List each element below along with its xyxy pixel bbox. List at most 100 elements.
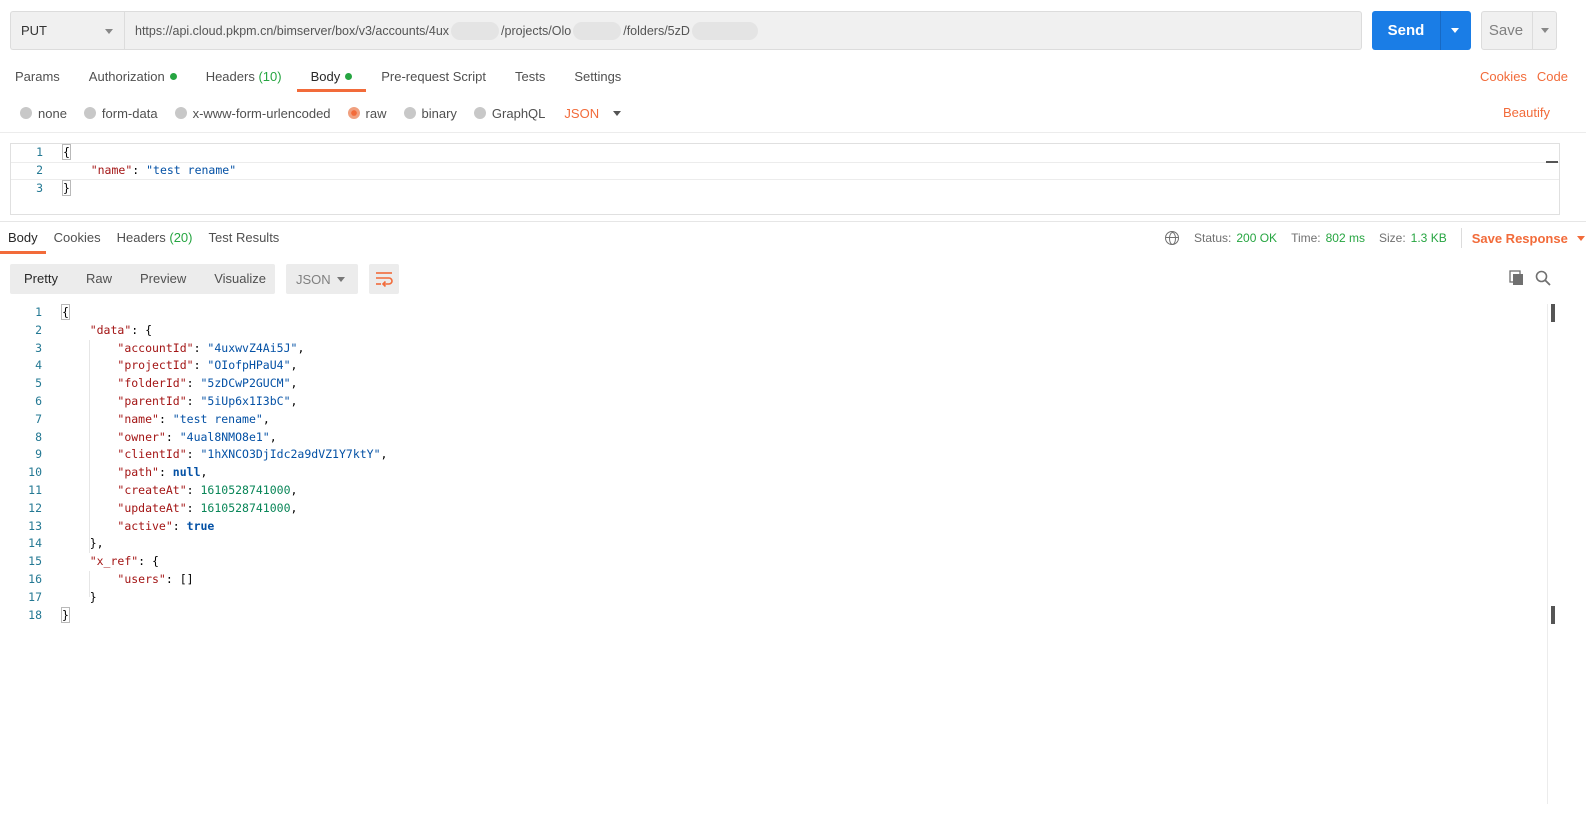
line-number: 18 xyxy=(28,607,42,622)
json-key: "folderId" xyxy=(117,376,187,391)
radio-label: raw xyxy=(365,105,387,121)
tab-authorization[interactable]: Authorization xyxy=(89,66,177,92)
radio-circle-selected xyxy=(347,107,360,119)
line-number: 10 xyxy=(28,465,42,480)
line-number: 14 xyxy=(28,536,42,551)
comma: , xyxy=(290,376,298,391)
request-links: Cookies Code xyxy=(1480,66,1568,88)
status-dot-icon xyxy=(169,73,177,80)
tab-response-headers[interactable]: Headers (20) xyxy=(117,229,193,254)
cookies-link[interactable]: Cookies xyxy=(1480,66,1527,88)
brace: } xyxy=(89,589,97,604)
radio-label: x-www-form-urlencoded xyxy=(192,105,331,121)
divider xyxy=(1460,228,1462,248)
code-line: 6 "parentId": "5iUp6x1I3bC", xyxy=(10,393,1560,411)
request-body-editor[interactable]: 1{ 2 "name": "test rename" 3} xyxy=(10,143,1560,215)
code-line: 1{ xyxy=(11,144,1559,162)
view-raw[interactable]: Raw xyxy=(72,264,126,294)
code-line: 13 "active": true xyxy=(10,518,1560,536)
radio-form-data[interactable]: form-data xyxy=(83,106,158,121)
code-text: "updateAt": 1610528741000, xyxy=(117,500,298,515)
send-dropdown-icon[interactable] xyxy=(1451,28,1459,33)
code-text: } xyxy=(62,179,71,198)
radio-raw[interactable]: raw xyxy=(347,105,387,121)
tab-count: (20) xyxy=(169,230,193,245)
send-button[interactable]: Send xyxy=(1372,11,1471,50)
tab-response-body[interactable]: Body xyxy=(0,229,46,254)
code-text: "accountId": "4uxwvZ4Ai5J", xyxy=(117,340,305,355)
code-link[interactable]: Code xyxy=(1537,66,1568,88)
tab-response-cookies[interactable]: Cookies xyxy=(54,229,101,254)
radio-binary[interactable]: binary xyxy=(403,105,457,121)
time-value[interactable]: 802 ms xyxy=(1326,231,1365,245)
code-line: 14 }, xyxy=(10,535,1560,553)
request-url-row: PUT https://api.cloud.pkpm.cn/bimserver/… xyxy=(10,11,1576,50)
status-value[interactable]: 200 OK xyxy=(1236,231,1277,245)
radio-circle xyxy=(20,107,32,119)
save-dropdown-icon[interactable] xyxy=(1541,28,1549,33)
radio-label: binary xyxy=(421,105,457,121)
json-key: "active" xyxy=(117,518,173,533)
view-visualize[interactable]: Visualize xyxy=(200,264,280,294)
code-text: "users": [] xyxy=(117,571,194,586)
scrollbar-thumb[interactable] xyxy=(1546,161,1558,163)
scrollbar-thumb[interactable] xyxy=(1551,304,1555,322)
radio-x-www-form-urlencoded[interactable]: x-www-form-urlencoded xyxy=(174,105,331,121)
tab-label: Headers xyxy=(116,230,166,245)
json-key: "x_ref" xyxy=(89,554,139,569)
wrap-lines-button[interactable] xyxy=(369,264,399,294)
method-select[interactable]: PUT xyxy=(10,11,124,50)
radio-none[interactable]: none xyxy=(20,106,67,121)
json-value: [] xyxy=(179,571,194,586)
status-label: Status: xyxy=(1194,231,1232,245)
brace: } xyxy=(62,179,71,196)
beautify-link[interactable]: Beautify xyxy=(1503,103,1550,123)
save-label: Save xyxy=(1488,22,1524,39)
radio-graphql[interactable]: GraphQL xyxy=(473,106,545,121)
code-line: 17 } xyxy=(10,589,1560,607)
copy-icon[interactable] xyxy=(1509,270,1525,286)
code-text: } xyxy=(61,606,70,625)
tab-settings[interactable]: Settings xyxy=(574,66,621,92)
globe-icon[interactable] xyxy=(1165,231,1179,245)
code-line: 10 "path": null, xyxy=(10,464,1560,482)
json-value: "test rename" xyxy=(146,162,237,177)
json-value: "test rename" xyxy=(172,411,263,426)
line-number: 2 xyxy=(36,162,43,177)
line-number: 4 xyxy=(35,358,42,373)
tab-test-results[interactable]: Test Results xyxy=(209,229,280,254)
url-part-3: /folders/5zD xyxy=(623,23,690,38)
tab-body[interactable]: Body xyxy=(296,66,366,92)
tab-params[interactable]: Params xyxy=(15,66,60,92)
code-text: "projectId": "OIofpHPaU4", xyxy=(117,358,298,373)
tab-headers[interactable]: Headers (10) xyxy=(206,66,282,92)
code-line: 2 "data": { xyxy=(10,322,1560,340)
tab-tests[interactable]: Tests xyxy=(515,66,545,92)
redacted-blur xyxy=(691,21,758,40)
code-line: 7 "name": "test rename", xyxy=(10,411,1560,429)
search-icon[interactable] xyxy=(1535,270,1551,286)
line-number: 15 xyxy=(28,554,42,569)
response-body-viewer[interactable]: 1{ 2 "data": { 3 "accountId": "4uxwvZ4Ai… xyxy=(10,304,1560,804)
json-value: 1610528741000 xyxy=(200,482,291,497)
size-value[interactable]: 1.3 KB xyxy=(1411,231,1447,245)
json-key: "name" xyxy=(90,162,133,177)
view-preview[interactable]: Preview xyxy=(126,264,200,294)
save-button[interactable]: Save xyxy=(1481,11,1557,50)
time-label: Time: xyxy=(1291,231,1321,245)
line-number: 7 xyxy=(35,411,42,426)
view-pretty[interactable]: Pretty xyxy=(10,264,72,294)
response-format-select[interactable]: JSON xyxy=(286,264,358,294)
scrollbar-track[interactable] xyxy=(1547,304,1548,804)
json-key: "data" xyxy=(89,322,132,337)
code-text: "owner": "4ual8NMO8e1", xyxy=(117,429,277,444)
body-format-select[interactable]: JSON xyxy=(564,106,622,121)
save-response-label: Save Response xyxy=(1471,230,1568,246)
save-response-button[interactable]: Save Response xyxy=(1472,231,1585,246)
code-line: 3 "accountId": "4uxwvZ4Ai5J", xyxy=(10,340,1560,358)
code-text: } xyxy=(62,589,97,607)
tab-label: Headers xyxy=(205,69,255,84)
tab-pre-request-script[interactable]: Pre-request Script xyxy=(381,66,486,92)
json-value: "5iUp6x1I3bC" xyxy=(200,393,291,408)
url-input[interactable]: https://api.cloud.pkpm.cn/bimserver/box/… xyxy=(124,11,1362,50)
